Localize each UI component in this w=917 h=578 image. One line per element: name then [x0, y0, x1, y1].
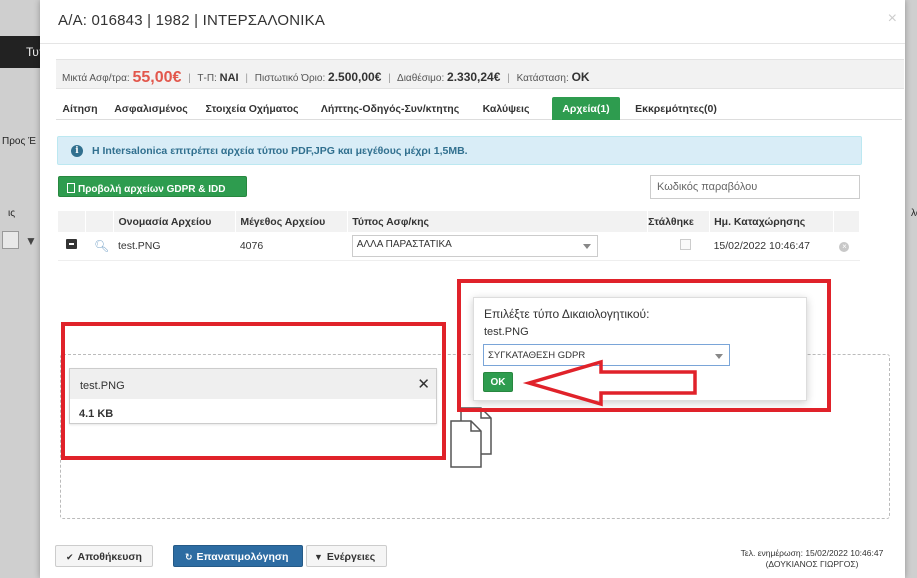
modal-title: Α/Α: 016843 | 1982 | ΙΝΤΕΡΣΑΛΟΝΙΚΑ — [58, 12, 326, 29]
search-icon[interactable]: 🔍︎ — [94, 239, 109, 253]
tp-label: Τ-Π: — [197, 73, 217, 84]
tab-coverages[interactable]: Καλύψεις — [472, 97, 540, 120]
fee-code-input[interactable] — [650, 175, 860, 199]
doc-type-value: ΑΛΛΑ ΠΑΡΑΣΤΑΤΙΚΑ — [356, 238, 452, 250]
credit-limit-label: Πιστωτικό Όριο: — [254, 73, 326, 84]
doc-type-popover: Επιλέξτε τύπο Δικαιολογητικού: test.PNG … — [473, 297, 807, 401]
archive-icon[interactable] — [66, 239, 77, 250]
background-label: ις — [8, 208, 16, 219]
alert-text: Η Intersalonica επιτρέπει αρχεία τύπου P… — [92, 145, 468, 157]
column-header-date: Ημ. Καταχώρησης — [709, 211, 834, 232]
upload-file-card: test.PNG 4.1 KB ✕ — [69, 368, 437, 424]
popover-select-value: ΣΥΓΚΑΤΑΘΕΣΗ GDPR — [488, 350, 586, 361]
file-size-cell: 4076 — [235, 232, 348, 261]
tp-value: ΝΑΙ — [219, 72, 239, 84]
chevron-down-icon — [715, 354, 723, 359]
documents-icon — [450, 407, 492, 468]
actions-button[interactable]: ▼ Ενέργειες — [306, 545, 387, 567]
sent-checkbox[interactable] — [679, 238, 691, 250]
status-label: Κατάσταση: — [516, 73, 569, 84]
chevron-down-icon: ▼ — [314, 552, 323, 562]
background-app-right: λό — [905, 0, 917, 578]
doc-type-popover-select[interactable]: ΣΥΓΚΑΤΑΘΕΣΗ GDPR — [483, 344, 730, 366]
info-icon: i — [71, 145, 83, 157]
files-table: Ονομασία Αρχείου Μέγεθος Αρχείου Τύπος Α… — [58, 211, 861, 261]
last-update: Τελ. ενημέρωση: 15/02/2022 10:46:47 (ΔΟΥ… — [726, 548, 898, 570]
view-gdpr-files-label: Προβολή αρχείων GDPR & IDD — [78, 184, 226, 195]
popover-title: Επιλέξτε τύπο Δικαιολογητικού: — [484, 307, 650, 321]
column-header-doc-type: Τύπος Ασφ/κης — [347, 211, 649, 232]
policy-info-bar: Μικτά Ασφ/τρα: 55,00€ | Τ-Π: ΝΑΙ | Πιστω… — [56, 59, 904, 89]
tab-application[interactable]: Αίτηση — [56, 97, 104, 120]
column-header-sent: Στάλθηκε — [647, 211, 711, 232]
background-label: λό — [911, 208, 917, 219]
save-button[interactable]: ✔ Αποθήκευση — [55, 545, 153, 567]
actions-label: Ενέργειες — [326, 551, 376, 563]
last-update-user: (ΔΟΥΚΙΑΝΟΣ ΓΙΩΡΓΟΣ) — [765, 559, 859, 569]
column-header-filesize: Μέγεθος Αρχείου — [235, 211, 349, 232]
refresh-icon: ↻ — [185, 552, 193, 562]
tab-files[interactable]: Αρχεία(1) — [552, 97, 620, 120]
reprice-label: Επανατιμολόγηση — [196, 551, 289, 563]
view-gdpr-files-button[interactable]: Προβολή αρχείων GDPR & IDD — [58, 176, 247, 197]
background-topbar: Τυπ — [0, 36, 40, 68]
popover-file-name: test.PNG — [484, 326, 529, 338]
table-header-row: Ονομασία Αρχείου Μέγεθος Αρχείου Τύπος Α… — [58, 211, 861, 232]
gross-premium-value: 55,00€ — [132, 69, 182, 86]
chevron-down-icon — [582, 243, 591, 249]
remove-icon[interactable]: × — [839, 241, 850, 252]
filter-icon: ▼ — [25, 234, 37, 248]
file-modal: Α/Α: 016843 | 1982 | ΙΝΤΕΡΣΑΛΟΝΙΚΑ × Μικ… — [40, 0, 905, 578]
check-icon: ✔ — [66, 552, 74, 562]
tab-pending[interactable]: Εκκρεμότητες(0) — [624, 97, 728, 120]
upload-file-size: 4.1 KB — [79, 408, 114, 420]
available-value: 2.330,24€ — [447, 70, 501, 84]
divider — [40, 43, 905, 44]
background-label: Προς Έ — [2, 136, 36, 147]
column-header — [833, 211, 861, 232]
column-header — [85, 211, 115, 232]
doc-type-select[interactable]: ΑΛΛΑ ΠΑΡΑΣΤΑΤΙΚΑ — [351, 234, 598, 257]
gross-premium-label: Μικτά Ασφ/τρα: — [62, 73, 130, 84]
tab-bar: Αίτηση Ασφαλισμένος Στοιχεία Οχήματος Λή… — [56, 97, 902, 120]
last-update-time: Τελ. ενημέρωση: 15/02/2022 10:46:47 — [740, 548, 884, 558]
date-cell: 15/02/2022 10:46:47 — [709, 232, 834, 261]
ok-button[interactable]: OK — [483, 372, 513, 392]
column-header — [58, 211, 87, 232]
background-checkbox — [2, 231, 19, 249]
status-value: OK — [571, 70, 590, 84]
tab-driver[interactable]: Λήπτης-Οδηγός-Συν/κτητης — [310, 97, 470, 120]
tab-vehicle[interactable]: Στοιχεία Οχήματος — [198, 97, 306, 120]
tab-insured[interactable]: Ασφαλισμένος — [108, 97, 194, 120]
reprice-button[interactable]: ↻ Επανατιμολόγηση — [173, 545, 303, 567]
info-alert: i Η Intersalonica επιτρέπει αρχεία τύπου… — [57, 136, 862, 165]
file-name-cell: test.PNG — [113, 232, 236, 261]
available-label: Διαθέσιμο: — [397, 73, 445, 84]
background-app-left: Τυπ Προς Έ ις ▼ — [0, 0, 40, 578]
column-header-filename: Ονομασία Αρχείου — [113, 211, 237, 232]
table-row: 🔍︎ test.PNG 4076 ΑΛΛΑ ΠΑΡΑΣΤΑΤΙΚΑ 15/02/… — [58, 232, 860, 261]
save-label: Αποθήκευση — [77, 551, 142, 563]
remove-upload-icon[interactable]: ✕ — [417, 375, 430, 393]
upload-file-name: test.PNG — [70, 369, 436, 399]
credit-limit-value: 2.500,00€ — [328, 70, 382, 84]
close-icon[interactable]: × — [888, 10, 897, 28]
file-pdf-icon — [67, 183, 75, 193]
